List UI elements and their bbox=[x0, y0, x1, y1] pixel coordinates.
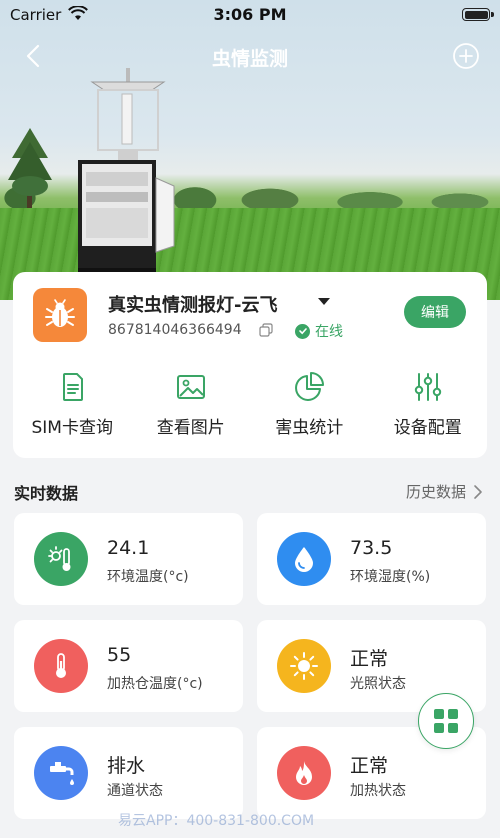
water-drop-icon bbox=[277, 532, 331, 586]
sim-query-button[interactable]: SIM卡查询 bbox=[13, 370, 132, 446]
tile-label: 加热仓温度(°c) bbox=[107, 676, 203, 692]
caret-down-icon[interactable] bbox=[318, 298, 330, 305]
function-label: SIM卡查询 bbox=[31, 418, 113, 438]
tile-value: 正常 bbox=[350, 755, 389, 777]
thermometer-icon bbox=[34, 639, 88, 693]
section-title: 实时数据 bbox=[14, 484, 79, 503]
battery-icon bbox=[462, 8, 490, 21]
tile-value: 24.1 bbox=[107, 537, 150, 559]
device-config-button[interactable]: 设备配置 bbox=[369, 370, 488, 446]
trap-lamp-device bbox=[78, 68, 175, 278]
status-bar: Carrier 3:06 PM bbox=[0, 0, 500, 30]
tile-label: 通道状态 bbox=[107, 783, 163, 799]
function-label: 查看图片 bbox=[156, 418, 225, 438]
status-text: 在线 bbox=[315, 324, 343, 340]
tile-label: 环境温度(°c) bbox=[107, 569, 189, 585]
tile-env-humidity[interactable]: 73.5 环境湿度(%) bbox=[257, 513, 486, 605]
realtime-header: 实时数据 历史数据 bbox=[14, 480, 486, 504]
check-circle-icon bbox=[295, 323, 310, 339]
copy-icon[interactable] bbox=[259, 323, 273, 337]
edit-button[interactable]: 编辑 bbox=[404, 296, 466, 328]
chevron-right-icon[interactable] bbox=[472, 484, 484, 500]
tile-heater-temperature[interactable]: 55 加热仓温度(°c) bbox=[14, 620, 243, 712]
grid-menu-button[interactable] bbox=[418, 693, 474, 749]
tile-label: 环境湿度(%) bbox=[350, 569, 431, 585]
sim-card-icon bbox=[63, 373, 84, 401]
sun-icon bbox=[277, 639, 331, 693]
sliders-icon bbox=[414, 373, 441, 401]
tile-value: 73.5 bbox=[350, 537, 393, 559]
clock: 3:06 PM bbox=[213, 5, 287, 24]
bug-icon bbox=[33, 288, 87, 342]
tile-env-temperature[interactable]: 24.1 环境温度(°c) bbox=[14, 513, 243, 605]
function-label: 害虫统计 bbox=[275, 418, 344, 438]
history-data-link[interactable]: 历史数据 bbox=[406, 481, 466, 502]
pest-stats-button[interactable]: 害虫统计 bbox=[250, 370, 369, 446]
tile-value: 55 bbox=[107, 644, 132, 666]
grid-icon bbox=[434, 709, 458, 733]
image-icon bbox=[176, 375, 205, 399]
page-title: 虫情监测 bbox=[211, 48, 288, 70]
device-id: 867814046366494 bbox=[108, 322, 242, 338]
tile-label: 加热状态 bbox=[350, 783, 406, 799]
flame-icon bbox=[277, 746, 331, 800]
plus-circle-icon[interactable] bbox=[452, 42, 480, 70]
function-row: SIM卡查询 查看图片 害虫统计 设备配置 bbox=[13, 370, 487, 446]
tree bbox=[8, 128, 52, 208]
tile-value: 排水 bbox=[107, 755, 146, 777]
function-label: 设备配置 bbox=[393, 418, 462, 438]
tile-value: 正常 bbox=[350, 648, 389, 670]
view-images-button[interactable]: 查看图片 bbox=[132, 370, 251, 446]
sun-thermometer-icon bbox=[34, 532, 88, 586]
battery-tip bbox=[491, 12, 494, 17]
faucet-icon bbox=[34, 746, 88, 800]
nav-bar: 虫情监测 bbox=[0, 36, 500, 76]
watermark: 易云APP：400-831-800.COM bbox=[118, 813, 315, 829]
tile-channel-status[interactable]: 排水 通道状态 bbox=[14, 727, 243, 819]
device-name[interactable]: 真实虫情测报灯-云飞 bbox=[108, 291, 277, 317]
pie-chart-icon bbox=[295, 372, 325, 401]
tile-label: 光照状态 bbox=[350, 676, 406, 692]
device-card: 真实虫情测报灯-云飞 867814046366494 在线 编辑 SIM卡查询 … bbox=[13, 272, 487, 458]
online-status: 在线 bbox=[295, 321, 343, 341]
